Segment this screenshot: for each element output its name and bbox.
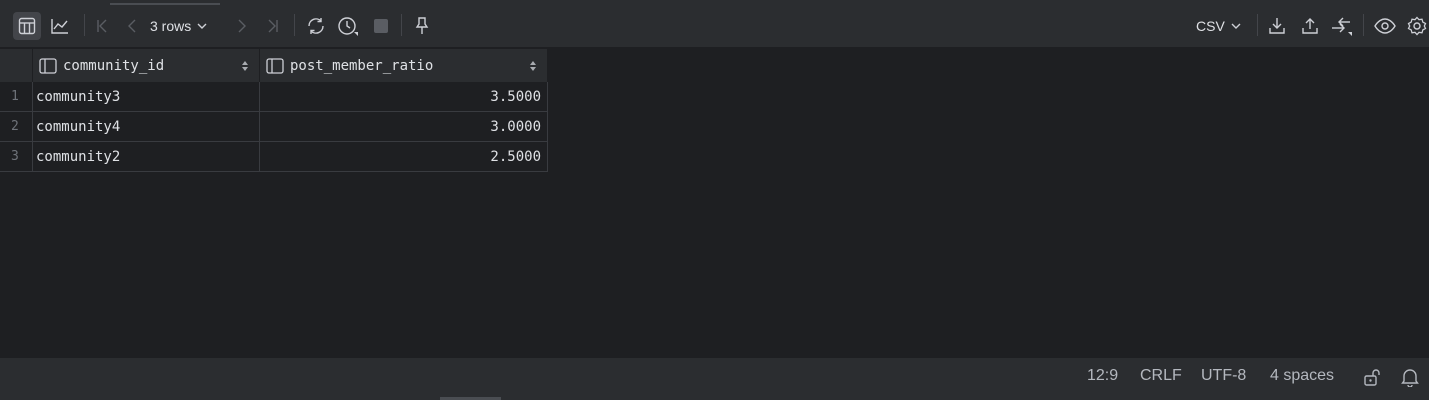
upload-icon xyxy=(1302,18,1318,34)
tab-indicator xyxy=(110,3,220,5)
history-button[interactable] xyxy=(334,12,362,40)
export-format-dropdown[interactable]: CSV xyxy=(1196,12,1241,40)
download-button[interactable] xyxy=(1263,12,1291,40)
cursor-position[interactable]: 12:9 xyxy=(1087,367,1118,385)
stop-button[interactable] xyxy=(367,12,395,40)
last-page-icon xyxy=(268,19,278,33)
unlock-icon[interactable] xyxy=(1362,367,1382,387)
view-button[interactable] xyxy=(1371,12,1399,40)
pin-icon xyxy=(415,17,429,34)
compare-icon xyxy=(1332,17,1352,36)
pin-button[interactable] xyxy=(408,12,436,40)
row-number: 1 xyxy=(0,82,33,111)
notifications-bell-icon[interactable] xyxy=(1400,367,1420,387)
separator xyxy=(401,14,402,36)
cell-post-member-ratio[interactable]: 3.0000 xyxy=(260,112,548,141)
rows-count-label: 3 rows xyxy=(150,18,192,34)
table-row[interactable]: 2 community4 3.0000 xyxy=(0,112,548,142)
row-number-header xyxy=(0,49,33,82)
compare-button[interactable] xyxy=(1328,12,1356,40)
settings-icon xyxy=(1407,16,1427,36)
table-view-button[interactable] xyxy=(13,12,41,40)
settings-button[interactable] xyxy=(1403,12,1429,40)
chart-view-button[interactable] xyxy=(46,12,74,40)
cell-community-id[interactable]: community2 xyxy=(33,142,260,171)
previous-page-button[interactable] xyxy=(118,12,146,40)
column-icon xyxy=(266,57,284,74)
separator xyxy=(84,14,85,36)
cell-community-id[interactable]: community3 xyxy=(33,82,260,111)
stop-icon xyxy=(374,19,388,33)
refresh-icon xyxy=(308,18,324,34)
column-header-post-member-ratio[interactable]: post_member_ratio xyxy=(260,49,548,82)
results-toolbar: 3 rows CSV xyxy=(0,0,1429,48)
cell-post-member-ratio[interactable]: 3.5000 xyxy=(260,82,548,111)
indent-setting[interactable]: 4 spaces xyxy=(1270,367,1334,385)
first-page-icon xyxy=(97,19,107,33)
column-name: community_id xyxy=(63,57,165,74)
refresh-button[interactable] xyxy=(302,12,330,40)
download-icon xyxy=(1269,18,1285,34)
row-number: 3 xyxy=(0,142,33,171)
cell-community-id[interactable]: community4 xyxy=(33,112,260,141)
chart-view-icon xyxy=(51,19,68,34)
column-header-community-id[interactable]: community_id xyxy=(33,49,260,82)
column-name: post_member_ratio xyxy=(290,57,434,74)
last-page-button[interactable] xyxy=(259,12,287,40)
grid-header: community_id post_member_ratio xyxy=(0,49,548,82)
separator xyxy=(294,14,295,36)
row-number: 2 xyxy=(0,112,33,141)
sort-icon[interactable] xyxy=(241,60,249,72)
first-page-button[interactable] xyxy=(88,12,116,40)
table-row[interactable]: 3 community2 2.5000 xyxy=(0,142,548,172)
chevron-down-icon xyxy=(197,23,207,29)
file-encoding[interactable]: UTF-8 xyxy=(1201,367,1246,385)
next-page-button[interactable] xyxy=(228,12,256,40)
cell-post-member-ratio[interactable]: 2.5000 xyxy=(260,142,548,171)
history-icon xyxy=(338,17,358,36)
database-console: 3 rows CSV community_id post_member_rati… xyxy=(0,0,1429,400)
line-ending[interactable]: CRLF xyxy=(1140,367,1182,385)
page-size-dropdown[interactable]: 3 rows xyxy=(150,12,207,40)
previous-page-icon xyxy=(128,19,136,33)
next-page-icon xyxy=(238,19,246,33)
view-icon xyxy=(1374,18,1396,34)
table-row[interactable]: 1 community3 3.5000 xyxy=(0,82,548,112)
separator xyxy=(1257,14,1258,36)
chevron-down-icon xyxy=(1231,23,1241,29)
table-view-icon xyxy=(18,17,36,35)
column-icon xyxy=(39,57,57,74)
upload-button[interactable] xyxy=(1296,12,1324,40)
separator xyxy=(1363,14,1364,36)
sort-icon[interactable] xyxy=(529,60,537,72)
status-bar: 12:9 CRLF UTF-8 4 spaces xyxy=(0,358,1429,400)
export-format-label: CSV xyxy=(1196,18,1225,34)
